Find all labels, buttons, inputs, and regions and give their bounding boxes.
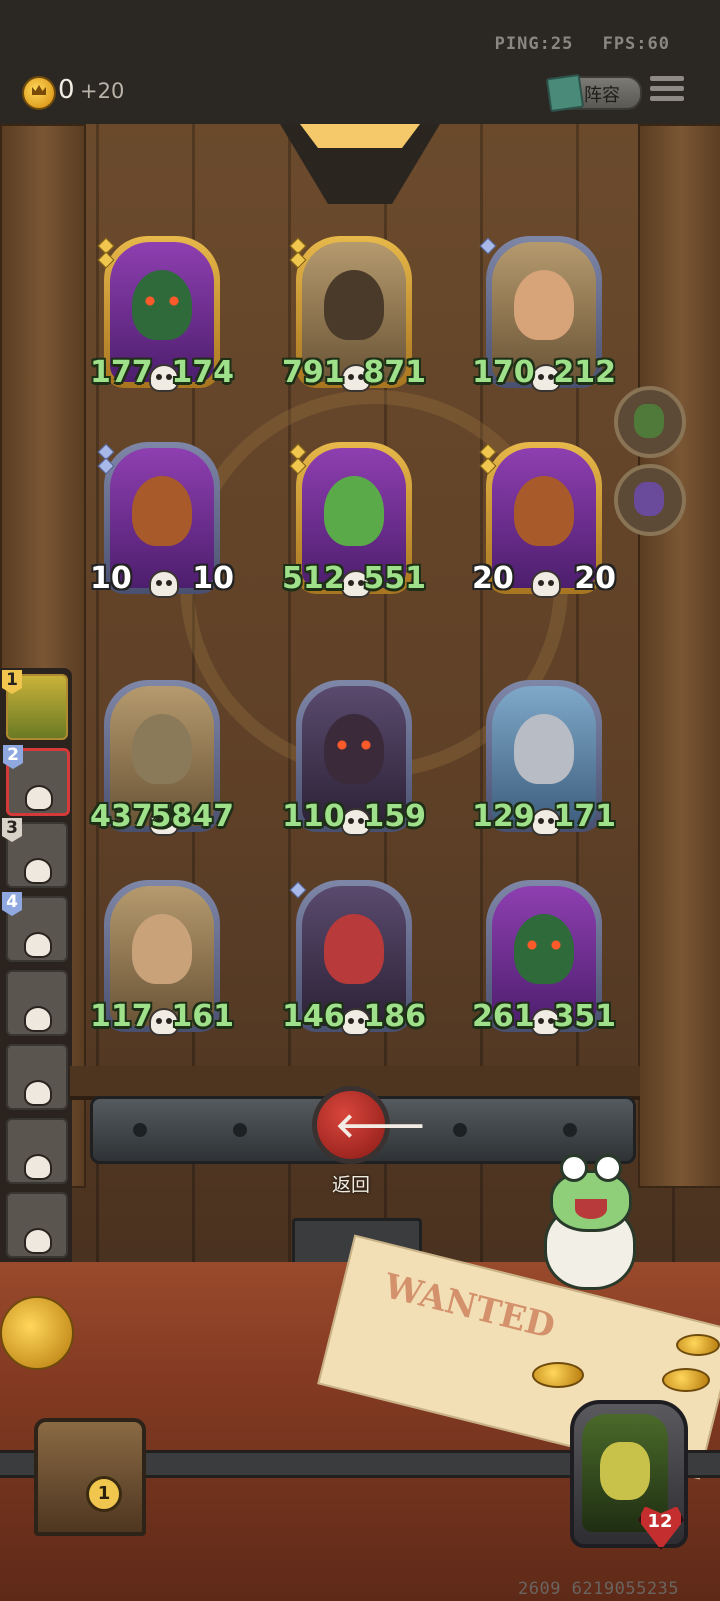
- book-icon: [545, 73, 585, 113]
- roster-slot[interactable]: 2: [3, 745, 70, 816]
- minion-card-pumpkin-beast[interactable]: 20 20: [472, 442, 616, 598]
- minion-card-tentacle-shadow[interactable]: 261 351: [472, 880, 616, 1036]
- minion-attack: 791: [282, 355, 345, 390]
- skull-icon: [24, 1228, 52, 1254]
- minion-card-leaf-mask[interactable]: 170 212: [472, 236, 616, 392]
- minion-card-cactus[interactable]: 512 551: [282, 442, 426, 598]
- minion-card-robot-golem[interactable]: 4375 5847: [90, 680, 234, 836]
- gold-income: +20: [80, 79, 125, 103]
- skull-icon: [531, 570, 561, 598]
- skull-icon: [25, 785, 53, 811]
- minion-attack: 512: [282, 561, 345, 596]
- minion-card-pumpkin-beast[interactable]: 10 10: [90, 442, 234, 598]
- roster-rank-badge: 3: [2, 818, 22, 842]
- roster-slot[interactable]: 3: [2, 818, 68, 888]
- minion-health: 174: [171, 355, 234, 390]
- roster-rank-badge: 1: [2, 670, 22, 694]
- minion-card-grinning-tree[interactable]: 791 871: [282, 236, 426, 392]
- back-label: 返回: [331, 1174, 370, 1196]
- minion-health: 171: [553, 799, 616, 834]
- player-roster: 1 2 3 4: [0, 668, 72, 1268]
- trinket-imp[interactable]: [614, 464, 686, 536]
- minion-card-red-haired-warrior[interactable]: 146 186: [282, 880, 426, 1036]
- minion-attack: 20: [472, 561, 514, 596]
- back-arrow-icon: 🡐: [335, 1106, 427, 1146]
- skull-icon: [24, 1006, 52, 1032]
- ping-readout: PING:25: [494, 34, 574, 54]
- skull-icon: [24, 1154, 52, 1180]
- skull-icon: [24, 932, 52, 958]
- minion-health: 10: [192, 561, 234, 596]
- minion-attack: 261: [472, 999, 535, 1034]
- roster-rank-badge: 2: [3, 745, 23, 769]
- roster-rank-badge: 4: [2, 892, 22, 916]
- minion-attack: 146: [282, 999, 345, 1034]
- chest-count-badge: 1: [86, 1476, 122, 1512]
- fps-readout: FPS:60: [602, 34, 670, 54]
- skull-icon: [24, 1080, 52, 1106]
- skull-icon: [24, 858, 52, 884]
- minion-health: 551: [363, 561, 426, 596]
- back-button[interactable]: 🡐: [312, 1086, 426, 1164]
- minion-card-old-scholar[interactable]: 117 161: [90, 880, 234, 1036]
- network-stats: PING:25 FPS:60: [477, 34, 670, 54]
- roster-slot[interactable]: [6, 970, 68, 1036]
- roster-slot[interactable]: 1: [2, 670, 68, 740]
- minion-health: 871: [363, 355, 426, 390]
- coin-stack: [0, 1296, 74, 1370]
- roster-slot[interactable]: 4: [2, 892, 68, 962]
- roster-slot[interactable]: [6, 1192, 68, 1258]
- minion-health: 351: [553, 999, 616, 1034]
- minion-attack: 129: [472, 799, 535, 834]
- frog-mascot[interactable]: [540, 1154, 636, 1290]
- minion-health: 212: [553, 355, 616, 390]
- trinket-bonsai[interactable]: [614, 386, 686, 458]
- menu-icon: [650, 76, 684, 81]
- minion-health: 186: [363, 999, 426, 1034]
- match-seed: 2609 6219055235: [518, 1579, 680, 1599]
- minion-card-horned-beast[interactable]: 110 159: [282, 680, 426, 836]
- gold-coin-icon: [22, 76, 56, 110]
- minion-card-tentacle-shadow[interactable]: 177 174: [90, 236, 234, 392]
- lineup-label: 阵容: [584, 85, 620, 106]
- gold-value: 0: [58, 75, 75, 105]
- roster-slot[interactable]: [6, 1118, 68, 1184]
- minion-health: 5847: [150, 799, 235, 834]
- roster-slot[interactable]: [6, 1044, 68, 1110]
- right-pillar: [638, 124, 720, 1188]
- minion-attack: 170: [472, 355, 535, 390]
- minion-attack: 117: [90, 999, 153, 1034]
- minion-attack: 110: [282, 799, 345, 834]
- minion-attack: 177: [90, 355, 153, 390]
- treasure-chest[interactable]: [34, 1418, 146, 1536]
- hero-health: 12: [647, 1511, 673, 1532]
- minion-health: 20: [574, 561, 616, 596]
- minion-health: 161: [171, 999, 234, 1034]
- minion-attack: 10: [90, 561, 132, 596]
- minion-card-armored-knight[interactable]: 129 171: [472, 680, 616, 836]
- menu-button[interactable]: [650, 76, 684, 106]
- skull-icon: [149, 570, 179, 598]
- top-bar: PING:25 FPS:60 0 +20 阵容: [0, 0, 720, 124]
- minion-health: 159: [363, 799, 426, 834]
- lineup-button[interactable]: 阵容: [545, 73, 642, 113]
